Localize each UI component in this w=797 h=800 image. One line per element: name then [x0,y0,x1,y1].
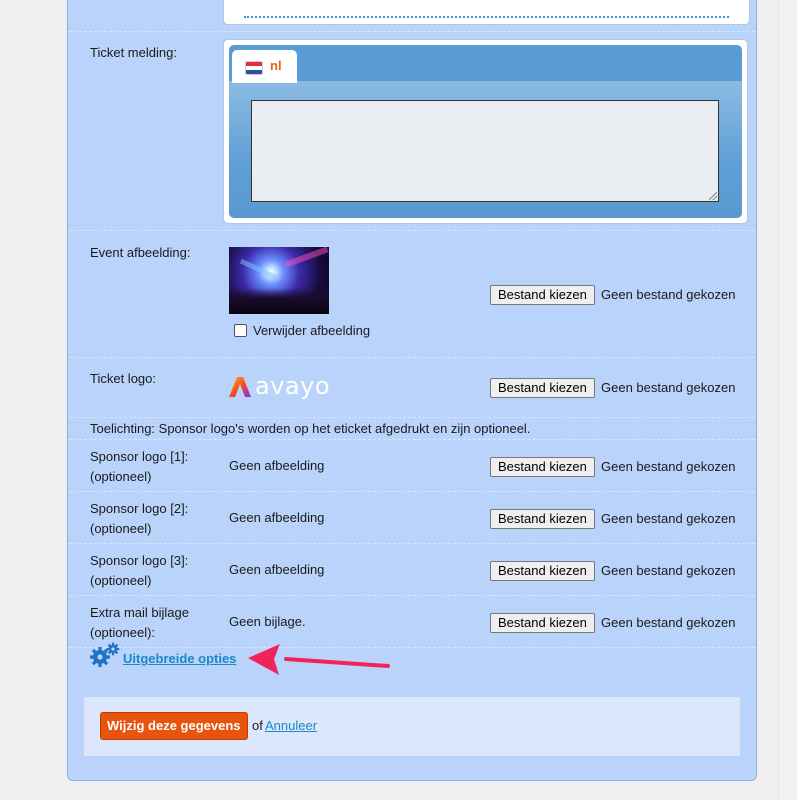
avayo-logo: avayo [229,372,339,400]
row-separator [69,230,755,231]
annotation-arrow-icon [248,644,390,675]
event-image-thumbnail [229,247,329,314]
event-image-file-status: Geen bestand gekozen [601,287,736,302]
sponsor-logo-1-label-line2: (optioneel) [90,469,152,484]
row-separator [69,543,755,544]
extra-attachment-file-status: Geen bestand gekozen [601,615,736,630]
event-image-label: Event afbeelding: [90,245,191,260]
submit-button[interactable]: Wijzig deze gegevens [100,712,248,740]
avayo-logo-text: avayo [255,372,331,400]
nl-flag-icon [245,61,263,75]
row-separator [69,647,755,648]
advanced-options-link[interactable]: Uitgebreide opties [123,651,236,666]
sponsor-logo-2-label: Sponsor logo [2]: (optioneel) [90,499,188,539]
form-actions-box: Wijzig deze gegevens of Annuleer [83,696,741,757]
ticket-message-label: Ticket melding: [90,45,177,60]
ticket-logo-label: Ticket logo: [90,371,156,386]
sponsor-logo-1-choose-file-button[interactable]: Bestand kiezen [490,457,595,477]
sponsor-logo-3-file-status: Geen bestand gekozen [601,563,736,578]
row-separator [69,417,755,418]
sponsor-logo-3-label-line1: Sponsor logo [3]: [90,553,189,568]
extra-attachment-label-line1: Extra mail bijlage [90,605,189,620]
sponsor-note: Toelichting: Sponsor logo's worden op he… [90,421,531,436]
ticket-message-textarea[interactable] [251,100,719,202]
event-image-choose-file-button[interactable]: Bestand kiezen [490,285,595,305]
page-scrollbar[interactable] [778,0,797,800]
gear-icon [90,642,120,667]
tab-nl-label: nl [270,58,282,73]
resize-handle-icon[interactable] [709,192,717,200]
row-separator [69,439,755,440]
remove-image-checkbox[interactable] [234,324,247,337]
sponsor-logo-2-label-line1: Sponsor logo [2]: [90,501,189,516]
ticket-logo-file-status: Geen bestand gekozen [601,380,736,395]
editor-frame: nl [229,45,742,218]
row-separator [69,357,755,358]
avayo-logo-mark [229,377,251,397]
sponsor-logo-1-file-status: Geen bestand gekozen [601,459,736,474]
form-panel: Ticket melding: nl Event afbeelding: Ver… [67,0,757,781]
extra-attachment-value: Geen bijlage. [229,614,306,629]
sponsor-logo-3-label: Sponsor logo [3]: (optioneel) [90,551,188,591]
ticket-logo-choose-file-button[interactable]: Bestand kiezen [490,378,595,398]
extra-attachment-label: Extra mail bijlage (optioneel): [90,603,189,643]
sponsor-logo-2-choose-file-button[interactable]: Bestand kiezen [490,509,595,529]
extra-attachment-label-line2: (optioneel): [90,625,156,640]
remove-image-label: Verwijder afbeelding [253,323,371,338]
row-separator [69,595,755,596]
dotted-border [244,16,729,18]
row-separator [69,491,755,492]
previous-field-box [223,0,750,25]
extra-attachment-choose-file-button[interactable]: Bestand kiezen [490,613,595,633]
row-separator [69,31,755,32]
cancel-link[interactable]: Annuleer [265,718,317,733]
sponsor-logo-3-value: Geen afbeelding [229,562,325,577]
or-text: of [252,718,263,733]
sponsor-logo-2-label-line2: (optioneel) [90,521,152,536]
tab-nl[interactable]: nl [232,50,297,83]
sponsor-logo-1-value: Geen afbeelding [229,458,325,473]
sponsor-logo-1-label-line1: Sponsor logo [1]: [90,449,189,464]
ticket-message-editor: nl [223,39,748,224]
sponsor-logo-3-choose-file-button[interactable]: Bestand kiezen [490,561,595,581]
sponsor-logo-2-value: Geen afbeelding [229,510,325,525]
sponsor-logo-2-file-status: Geen bestand gekozen [601,511,736,526]
sponsor-logo-3-label-line2: (optioneel) [90,573,152,588]
sponsor-logo-1-label: Sponsor logo [1]: (optioneel) [90,447,188,487]
